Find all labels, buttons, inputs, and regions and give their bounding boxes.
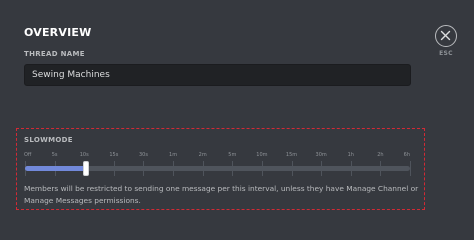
slowmode-slider-fill: [25, 166, 87, 171]
slowmode-tick-mark: [292, 161, 293, 176]
close-button[interactable]: [435, 25, 457, 47]
slowmode-tick-mark: [410, 161, 411, 176]
slowmode-tick-mark: [173, 161, 174, 176]
slowmode-tick-label: 5m: [228, 152, 237, 158]
slowmode-slider-handle[interactable]: [83, 161, 90, 176]
slowmode-tick-mark: [232, 161, 233, 176]
slowmode-tick-mark: [351, 161, 352, 176]
slowmode-tick-label: 10m: [256, 152, 268, 158]
slowmode-tick-label: Off: [24, 152, 32, 158]
slowmode-tick-label: 30m: [315, 152, 327, 158]
close-icon: [440, 30, 451, 41]
slowmode-tick-mark: [203, 161, 204, 176]
slowmode-tick-mark: [321, 161, 322, 176]
esc-label: ESC: [439, 50, 453, 57]
slowmode-tick-label: 30s: [138, 152, 148, 158]
slowmode-tick-label: 2h: [377, 152, 384, 158]
thread-name-input[interactable]: [24, 64, 411, 86]
close-control: ESC: [433, 25, 459, 57]
slowmode-tick-label: 5s: [51, 152, 58, 158]
slowmode-tick-mark: [143, 161, 144, 176]
slowmode-tick-label: 2m: [198, 152, 207, 158]
slowmode-tick-mark: [380, 161, 381, 176]
slowmode-tick-mark: [114, 161, 115, 176]
slowmode-tick-mark: [262, 161, 263, 176]
slowmode-tick-label: 1h: [347, 152, 354, 158]
slowmode-label: SLOWMODE: [24, 136, 73, 144]
thread-settings-page: OVERVIEW THREAD NAME ESC SLOWMODE Off 5s 1…: [0, 0, 474, 231]
overview-heading: OVERVIEW: [24, 26, 92, 39]
slowmode-tick-label: 15m: [285, 152, 298, 158]
thread-name-label: THREAD NAME: [24, 50, 85, 58]
slowmode-tick-label: 10s: [79, 152, 89, 158]
slowmode-tick-label: 1m: [169, 152, 178, 158]
slowmode-tick-label: 6h: [403, 152, 410, 158]
slowmode-helper-text: Members will be restricted to sending on…: [24, 184, 419, 205]
slowmode-tick-label: 15s: [109, 152, 119, 158]
